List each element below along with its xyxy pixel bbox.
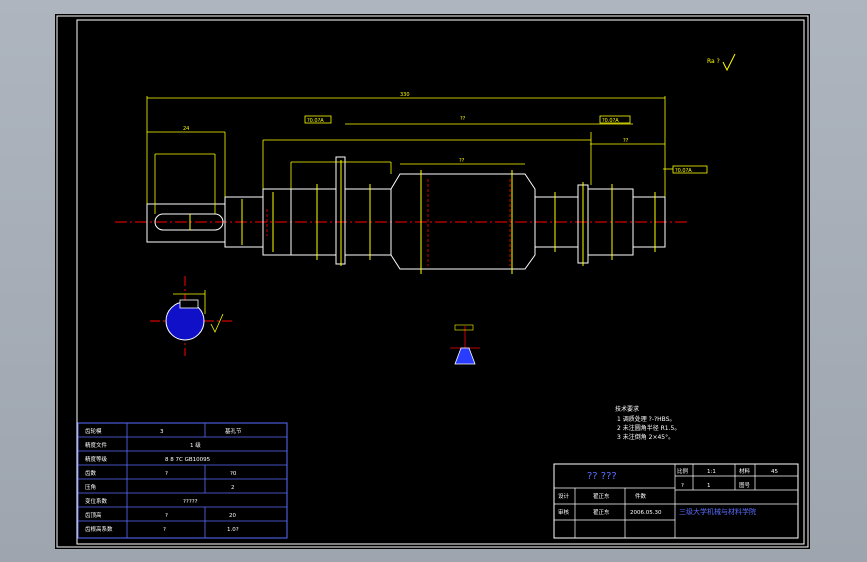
keyway-section-view xyxy=(150,276,235,356)
title-block: ?? ??? 设计 翟正东 审核 翟正东 2006.05.30 件数 比例 1:… xyxy=(553,463,799,539)
drawing-title: 三级大学机械与材料学院 xyxy=(679,507,756,516)
scale-value: 1:1 xyxy=(707,469,716,475)
gear-parameters-table: 齿轮模 3 基孔节 精度文件 1 级 精度等级 8 8 7C GB10095 齿… xyxy=(77,422,288,539)
material-label: 材料 xyxy=(739,467,751,475)
roughness-label: Ra ? xyxy=(707,58,720,65)
design-date: 2006.05.30 xyxy=(630,510,662,516)
dimension-lines xyxy=(146,96,666,214)
sheet-label: 图号 xyxy=(739,481,751,489)
param-label-8: 齿根高系数 xyxy=(85,525,113,533)
param-v1-1: 3 xyxy=(160,429,164,435)
param-label-4: 齿数 xyxy=(85,469,97,477)
tolerance-mid: ?0.0?A xyxy=(602,118,619,124)
param-v2-4: ?0 xyxy=(230,471,237,477)
param-label-7: 齿顶高 xyxy=(85,511,102,519)
tolerance-right: ?0.0?A xyxy=(675,168,692,174)
tech-req-title: 技术要求 xyxy=(615,405,639,413)
param-label-1: 齿轮模 xyxy=(85,427,102,435)
tech-req-item-1: 1 调质处理 ?-?HBS。 xyxy=(617,415,676,423)
designer-label: 设计 xyxy=(558,492,570,500)
param-v2-2: 1 级 xyxy=(190,441,201,449)
title-logo: ?? ??? xyxy=(587,471,617,482)
param-v1-6: ????? xyxy=(183,499,198,505)
param-v2-1: 基孔节 xyxy=(225,427,242,435)
material-value: 45 xyxy=(771,469,778,475)
param-v2-5: 2 xyxy=(231,485,235,491)
param-label-5: 压角 xyxy=(85,483,96,491)
tech-req-item-3: 3 未注倒角 2×45°。 xyxy=(617,433,674,441)
param-v2-7: 20 xyxy=(229,513,236,519)
drawing-canvas[interactable]: Ra ? 330 24 ?? ?? ?? ?0.0?A ?0.0?A ?0.0?… xyxy=(55,14,810,549)
qty-label: 件数 xyxy=(635,492,647,500)
checker-label: 审核 xyxy=(558,508,570,516)
dim-overall: 330 xyxy=(400,92,410,98)
dim-gear-len: ?? xyxy=(459,158,465,164)
cad-viewport: Ra ? 330 24 ?? ?? ?? ?0.0?A ?0.0?A ?0.0?… xyxy=(0,0,867,562)
sheet-value: 1 xyxy=(707,483,711,489)
checker-name: 翟正东 xyxy=(593,508,610,516)
tolerance-frames: ?0.0?A ?0.0?A ?0.0?A xyxy=(304,115,708,174)
param-label-3: 精度等级 xyxy=(85,455,108,463)
tolerance-left: ?0.0?A xyxy=(307,118,324,124)
qty-value: ? xyxy=(681,483,684,489)
dim-mid-len: ?? xyxy=(460,116,466,122)
param-label-2: 精度文件 xyxy=(85,441,108,449)
param-v1-3: 8 8 7C GB10095 xyxy=(165,457,211,463)
shaft-main-view xyxy=(115,156,690,274)
roughness-symbol-icon: Ra ? xyxy=(707,53,736,72)
param-v1-7: ? xyxy=(165,513,168,519)
dim-key-len: 24 xyxy=(183,126,189,132)
technical-requirements: 技术要求 1 调质处理 ?-?HBS。 2 未注圆角半径 R1.5。 3 未注倒… xyxy=(615,405,680,441)
designer-name: 翟正东 xyxy=(593,492,610,500)
param-v1-4: ? xyxy=(165,471,168,477)
param-label-6: 变位系数 xyxy=(85,497,108,505)
tech-req-item-2: 2 未注圆角半径 R1.5。 xyxy=(617,424,680,432)
outer-border xyxy=(56,15,809,548)
detail-symbol xyxy=(450,324,480,365)
param-v1-8: ? xyxy=(163,527,166,533)
dim-right-len: ?? xyxy=(623,138,629,144)
scale-label: 比例 xyxy=(677,467,689,475)
param-v2-8: 1.0? xyxy=(227,527,239,533)
